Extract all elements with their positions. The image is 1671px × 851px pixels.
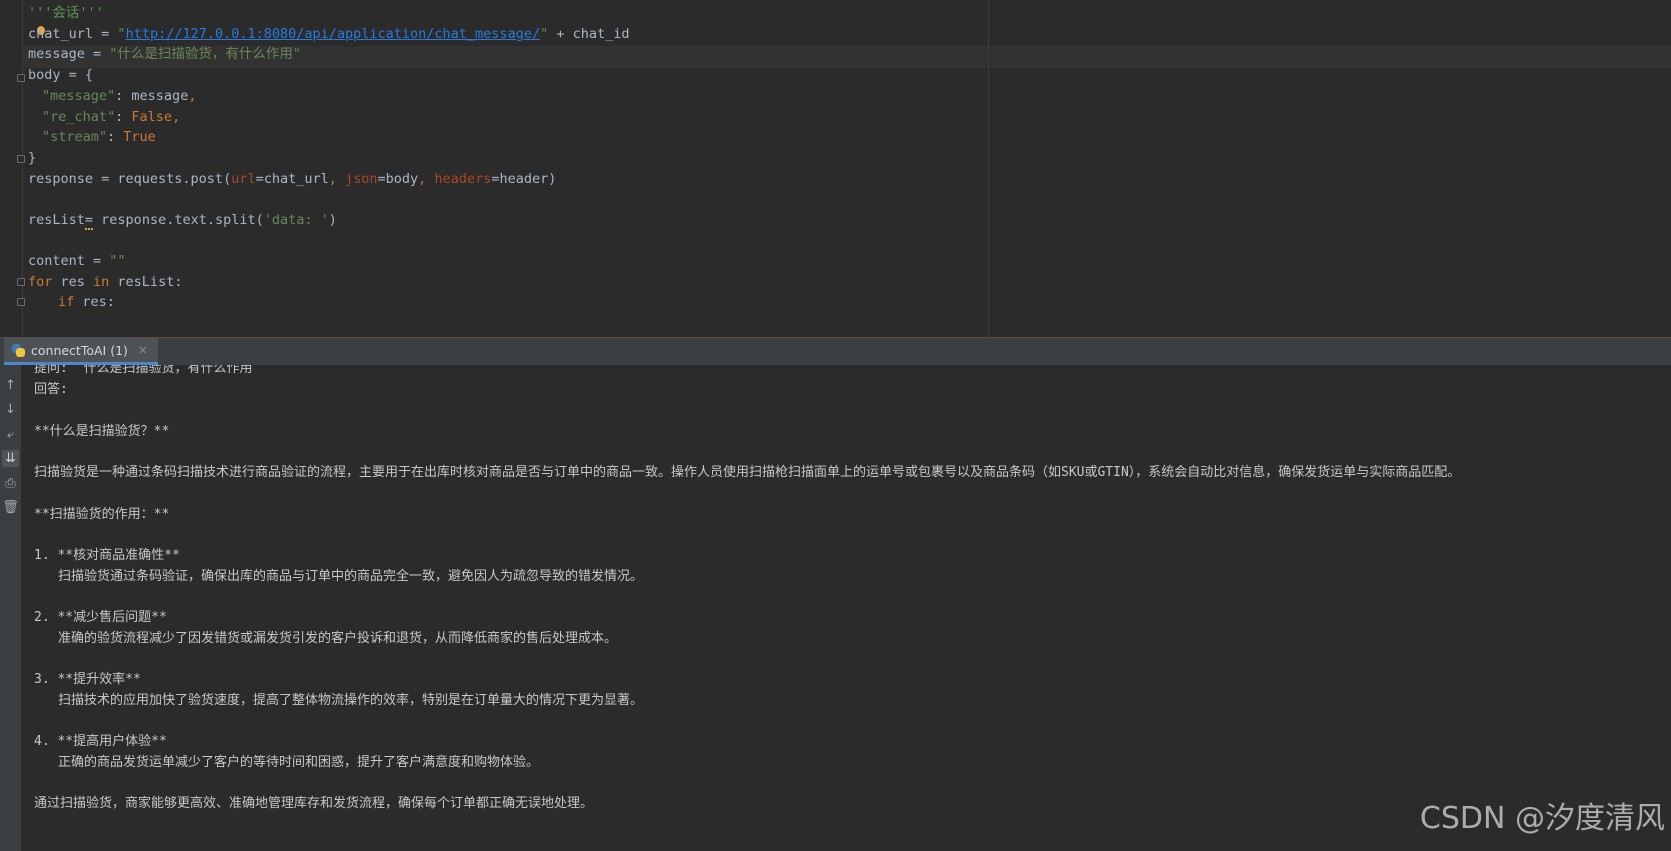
console-line: 扫描验货通过条码验证，确保出库的商品与订单中的商品完全一致，避免因人为疏忽导致的… [58,569,644,584]
fold-marker-icon[interactable] [17,298,25,306]
code-line-content[interactable]: content = "" [28,250,126,272]
operator: = [93,26,118,42]
code-line-for[interactable]: for res in resList: [28,271,182,293]
code-text: message [131,88,189,104]
console-line: 3. **提升效率** [34,672,141,687]
code-text: res [52,274,94,290]
code-text: + chat_id [548,26,630,42]
code-line-body-close[interactable]: } [28,147,36,169]
code-text: resList: [109,274,183,290]
dict-key: "stream" [42,129,108,145]
comma: , [418,171,435,187]
arrow-up-icon[interactable]: ↑ [2,377,19,394]
console-line: 扫描验货是一种通过条码扫描技术进行商品验证的流程，主要用于在出库时核对商品是否与… [34,465,1461,480]
console-line: 通过扫描验货，商家能够更高效、准确地管理库存和发货流程，确保每个订单都正确无误地… [34,796,594,811]
code-text: : [115,109,132,125]
run-tab[interactable]: connectToAI (1) × [4,338,158,365]
variable-name: message [28,46,85,62]
code-line-body-message[interactable]: "message": message, [42,85,196,107]
close-icon[interactable]: × [138,343,148,357]
code-line-body-stream[interactable]: "stream": True [42,126,156,148]
keyword: in [93,274,110,290]
keyword: for [28,274,53,290]
param-name: url [231,171,256,187]
comma: , [172,109,181,125]
code-text: res: [74,294,115,310]
console-line: 2. **减少售后问题** [34,610,167,625]
soft-wrap-icon[interactable]: ⤶ [2,426,19,443]
keyword: True [123,129,156,145]
watermark: CSDN @汐度清风 [1419,801,1665,836]
fold-marker-icon[interactable] [17,74,25,82]
keyword: if [58,294,75,310]
right-margin-guide [988,0,989,337]
code-text: : [107,129,124,145]
param-name: headers [434,171,492,187]
dict-key: "re_chat" [42,109,116,125]
code-text: : [115,88,132,104]
code-text: ) [328,212,337,228]
run-tab-label: connectToAI (1) [31,342,128,358]
param-name: json [345,171,378,187]
code-line-reslist[interactable]: resList= response.text.split('data: ') [28,209,337,231]
console-line: 提问: 什么是扫描验货，有什么作用 [34,365,253,376]
dict-key: "message" [42,88,116,104]
trash-icon[interactable]: 🗑 [2,499,19,516]
fold-marker-icon[interactable] [17,155,25,163]
console-line: 回答: [34,382,68,397]
code-line-chat-url[interactable]: chat_url = "http://127.0.0.1:8080/api/ap… [28,23,630,45]
code-text: response.text.split( [93,212,264,228]
operator: = [84,46,110,62]
code-text: response = requests.post( [28,171,232,187]
arrow-down-icon[interactable]: ↓ [2,401,19,418]
editor-gutter[interactable] [0,0,23,337]
code-line-message[interactable]: message = "什么是扫描验货，有什么作用" [28,43,301,65]
run-console[interactable]: ↑ ↓ ⤶ ⇊ ⎙ 🗑 提问: 什么是扫描验货，有什么作用 回答: **什么是扫… [0,365,1671,851]
console-toolbar: ↑ ↓ ⤶ ⇊ ⎙ 🗑 [0,365,21,851]
code-line-comment[interactable]: '''会话''' [28,2,104,24]
console-line: 准确的验货流程减少了因发错货或漏发货引发的客户投诉和退货，从而降低商家的售后处理… [58,631,618,646]
code-text: =body [377,171,419,187]
console-line: 正确的商品发货运单减少了客户的等待时间和困惑，提升了客户满意度和购物体验。 [58,755,540,770]
keyword: False [131,109,173,125]
console-line: **扫描验货的作用：** [34,507,170,522]
comma: , [328,171,346,187]
code-text: =header) [491,171,557,187]
variable-name: resList [28,212,85,228]
fold-marker-icon[interactable] [17,278,25,286]
code-text: body = { [28,67,94,83]
pep8-warning-squiggle[interactable]: = [84,212,94,230]
code-editor[interactable]: '''会话''' chat_url = "http://127.0.0.1:80… [0,0,1671,337]
string-quote: " [117,26,126,42]
code-text: } [28,150,37,166]
code-text: content = [28,253,110,269]
code-text: =chat_url [255,171,329,187]
run-tool-window-header: connectToAI (1) × [0,337,1671,365]
docstring: '''会话''' [28,5,104,21]
console-line: 1. **核对商品准确性** [34,548,180,563]
scroll-to-end-icon[interactable]: ⇊ [2,450,19,467]
comma: , [188,88,197,104]
string-literal: 'data: ' [263,212,329,228]
code-line-body-open[interactable]: body = { [28,64,93,86]
python-icon [12,343,25,357]
string-literal: "什么是扫描验货，有什么作用" [109,46,302,62]
console-line: 4. **提高用户体验** [34,734,167,749]
console-line: 扫描技术的应用加快了验货速度，提高了整体物流操作的效率，特别是在订单量大的情况下… [58,693,644,708]
code-line-response[interactable]: response = requests.post(url=chat_url, j… [28,168,556,190]
print-icon[interactable]: ⎙ [2,475,19,492]
string-literal: "" [109,253,126,269]
code-line-if[interactable]: if res: [58,291,115,313]
url-link[interactable]: http://127.0.0.1:8080/api/application/ch… [126,26,541,42]
string-quote: " [540,26,549,42]
code-line-body-rechat[interactable]: "re_chat": False, [42,106,180,128]
variable-name: chat_url [28,26,94,42]
console-line: **什么是扫描验货？** [34,424,170,439]
